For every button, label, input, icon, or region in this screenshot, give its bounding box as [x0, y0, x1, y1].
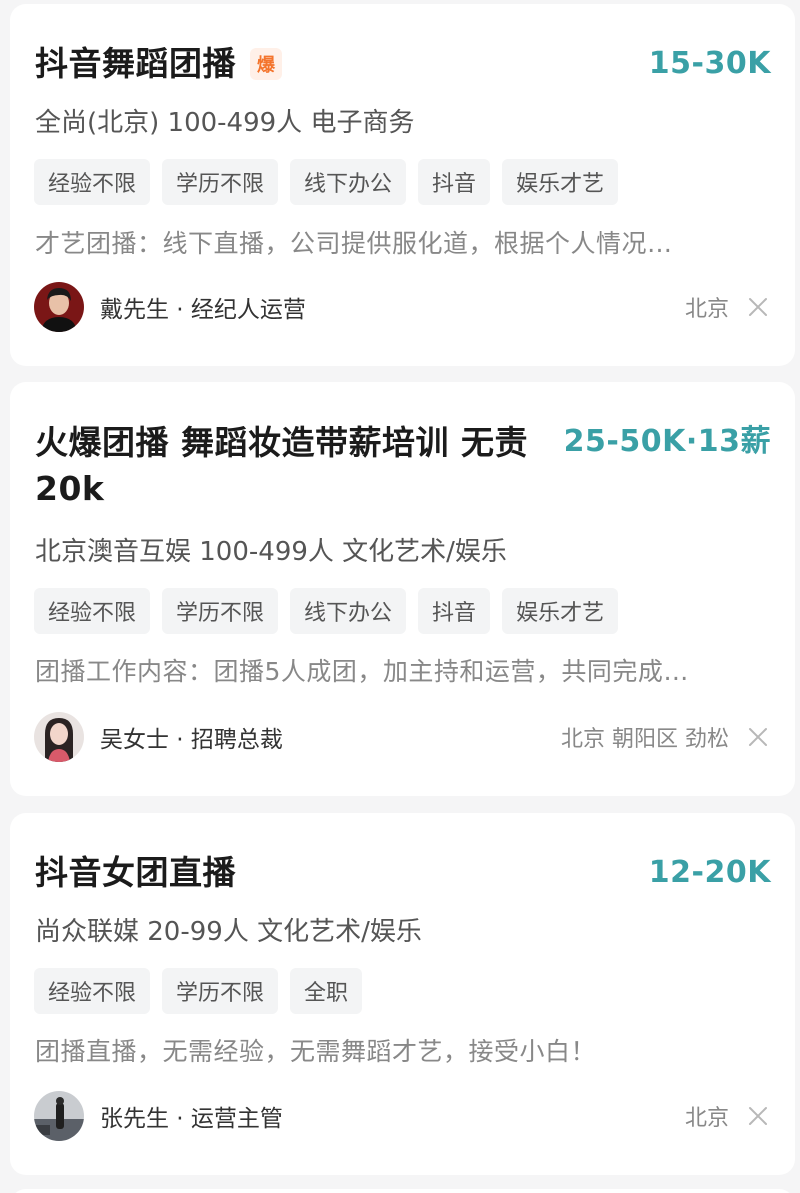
job-tags: 经验不限 学历不限 全职 [34, 968, 363, 1014]
recruiter[interactable]: 张先生 · 运营主管 [34, 1091, 283, 1141]
location-group: 北京 [685, 1100, 771, 1132]
company-info: 全尚(北京) 100-499人 电子商务 [35, 108, 415, 138]
job-description: 才艺团播：线下直播，公司提供服化道，根据个人情况… [35, 229, 673, 258]
job-list: 抖音舞蹈团播 爆 15-30K 全尚(北京) 100-499人 电子商务 经验不… [0, 0, 800, 1193]
job-title: 抖音舞蹈团播 [35, 44, 236, 83]
close-icon[interactable] [747, 296, 769, 318]
job-description: 团播工作内容：团播5人成团，加主持和运营，共同完成… [35, 657, 689, 686]
close-icon[interactable] [747, 726, 769, 748]
location-group: 北京 [685, 291, 771, 323]
close-icon[interactable] [747, 1105, 769, 1127]
job-title: 火爆团播 舞蹈妆造带薪培训 无责20k [35, 423, 528, 508]
recruiter[interactable]: 吴女士 · 招聘总裁 [34, 712, 283, 762]
job-salary: 15-30K [648, 46, 771, 81]
job-tag: 学历不限 [162, 159, 279, 205]
job-card[interactable]: 抖音女团直播 12-20K 尚众联媒 20-99人 文化艺术/娱乐 经验不限 学… [10, 813, 795, 1175]
job-tag: 抖音 [418, 588, 491, 634]
company-info: 尚众联媒 20-99人 文化艺术/娱乐 [35, 917, 422, 947]
recruiter[interactable]: 戴先生 · 经纪人运营 [34, 282, 306, 332]
job-footer: 吴女士 · 招聘总裁 北京 朝阳区 劲松 [34, 712, 771, 762]
job-title-group: 抖音女团直播 [35, 851, 236, 895]
job-card[interactable]: 火爆团播 舞蹈妆造带薪培训 无责20k 25-50K·13薪 北京澳音互娱 10… [10, 382, 795, 796]
job-tag: 经验不限 [34, 159, 151, 205]
job-card-partial[interactable] [10, 1189, 795, 1193]
job-title: 抖音女团直播 [35, 853, 236, 892]
job-tag: 经验不限 [34, 588, 151, 634]
job-location: 北京 [684, 297, 729, 322]
job-header: 抖音舞蹈团播 爆 15-30K [35, 42, 771, 86]
job-tag: 线下办公 [290, 159, 407, 205]
job-location: 北京 [684, 1106, 729, 1131]
job-tag: 线下办公 [290, 588, 407, 634]
job-header: 火爆团播 舞蹈妆造带薪培训 无责20k 25-50K·13薪 [35, 420, 771, 512]
location-group: 北京 朝阳区 劲松 [561, 721, 771, 753]
avatar [34, 1091, 84, 1141]
avatar [34, 712, 84, 762]
job-salary: 12-20K [648, 855, 771, 890]
job-tag: 学历不限 [162, 588, 279, 634]
job-header: 抖音女团直播 12-20K [35, 851, 771, 895]
job-tag: 抖音 [418, 159, 491, 205]
hot-badge: 爆 [250, 48, 282, 80]
job-title-group: 火爆团播 舞蹈妆造带薪培训 无责20k [35, 420, 550, 512]
job-title-group: 抖音舞蹈团播 爆 [35, 42, 282, 86]
job-tag: 学历不限 [162, 968, 279, 1014]
job-tags: 经验不限 学历不限 线下办公 抖音 娱乐才艺 [34, 159, 619, 205]
job-tag: 娱乐才艺 [502, 588, 619, 634]
avatar [34, 282, 84, 332]
recruiter-name: 戴先生 · 经纪人运营 [100, 297, 306, 323]
job-card[interactable]: 抖音舞蹈团播 爆 15-30K 全尚(北京) 100-499人 电子商务 经验不… [10, 4, 795, 366]
job-tag: 全职 [290, 968, 363, 1014]
job-description: 团播直播，无需经验，无需舞蹈才艺，接受小白！ [35, 1037, 597, 1066]
job-footer: 戴先生 · 经纪人运营 北京 [34, 282, 771, 332]
job-location: 北京 朝阳区 劲松 [561, 727, 729, 752]
job-tag: 经验不限 [34, 968, 151, 1014]
recruiter-name: 吴女士 · 招聘总裁 [100, 727, 283, 753]
job-tags: 经验不限 学历不限 线下办公 抖音 娱乐才艺 [34, 588, 619, 634]
job-footer: 张先生 · 运营主管 北京 [34, 1091, 771, 1141]
recruiter-name: 张先生 · 运营主管 [100, 1106, 283, 1132]
job-salary: 25-50K·13薪 [563, 424, 771, 459]
company-info: 北京澳音互娱 100-499人 文化艺术/娱乐 [35, 537, 507, 567]
job-tag: 娱乐才艺 [502, 159, 619, 205]
